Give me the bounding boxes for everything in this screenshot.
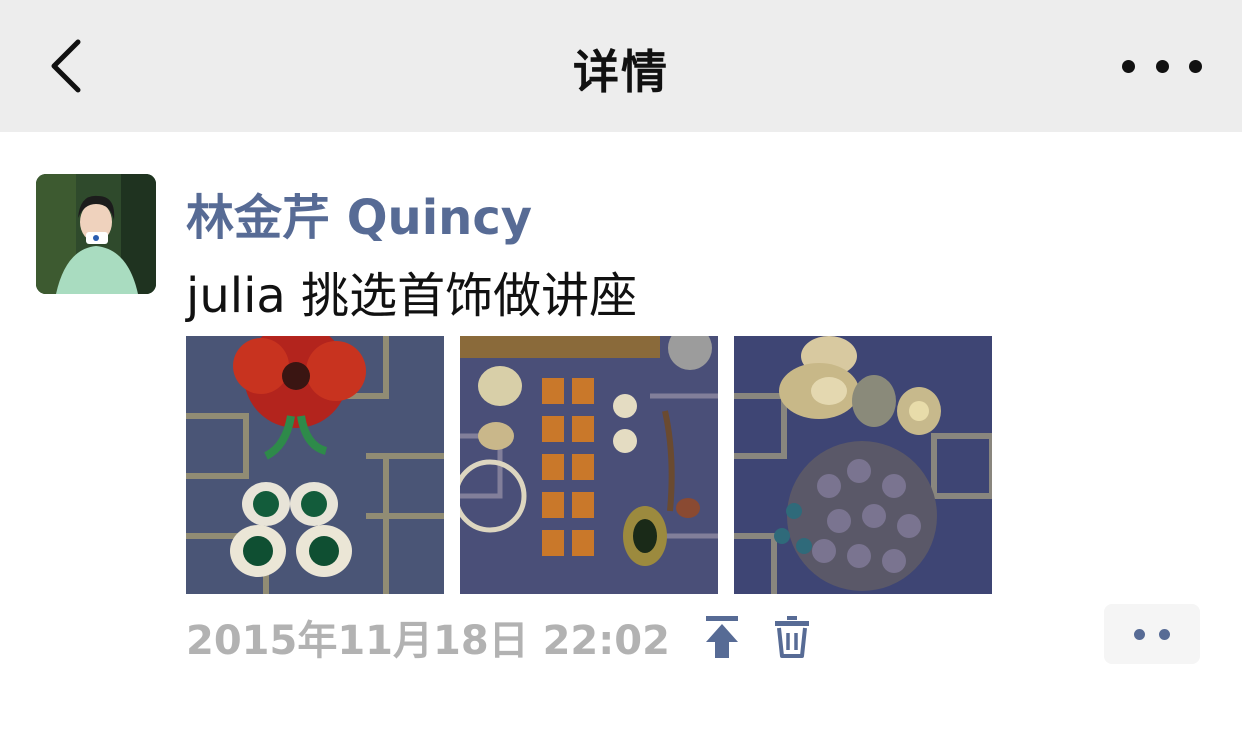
trash-icon <box>774 616 809 658</box>
two-dots-icon-dot <box>1159 628 1170 640</box>
two-dots-icon <box>1134 628 1145 640</box>
photo-3[interactable] <box>734 336 992 594</box>
pin-to-top-button[interactable] <box>698 611 746 663</box>
photo-1[interactable] <box>186 336 444 594</box>
page-title: 详情 <box>573 45 669 99</box>
photo-2[interactable] <box>460 336 718 594</box>
ellipsis-icon <box>1122 59 1135 73</box>
avatar-image <box>36 174 156 294</box>
ellipsis-dot <box>1189 59 1202 73</box>
avatar[interactable] <box>36 174 156 294</box>
post-meta: 2015年11月18日 22:02 <box>186 608 816 666</box>
author-name[interactable]: 林金芹 Quincy <box>186 178 532 248</box>
more-options-button[interactable] <box>1122 40 1202 92</box>
navbar: 详情 <box>0 0 1242 132</box>
timestamp: 2015年11月18日 22:02 <box>186 618 670 664</box>
post-text: julia 挑选首饰做讲座 <box>186 268 638 324</box>
ellipsis-dot <box>1155 59 1169 73</box>
photo-grid <box>186 336 992 594</box>
delete-button[interactable] <box>768 611 816 663</box>
comment-like-button[interactable] <box>1104 604 1200 664</box>
pin-top-icon <box>705 616 738 658</box>
